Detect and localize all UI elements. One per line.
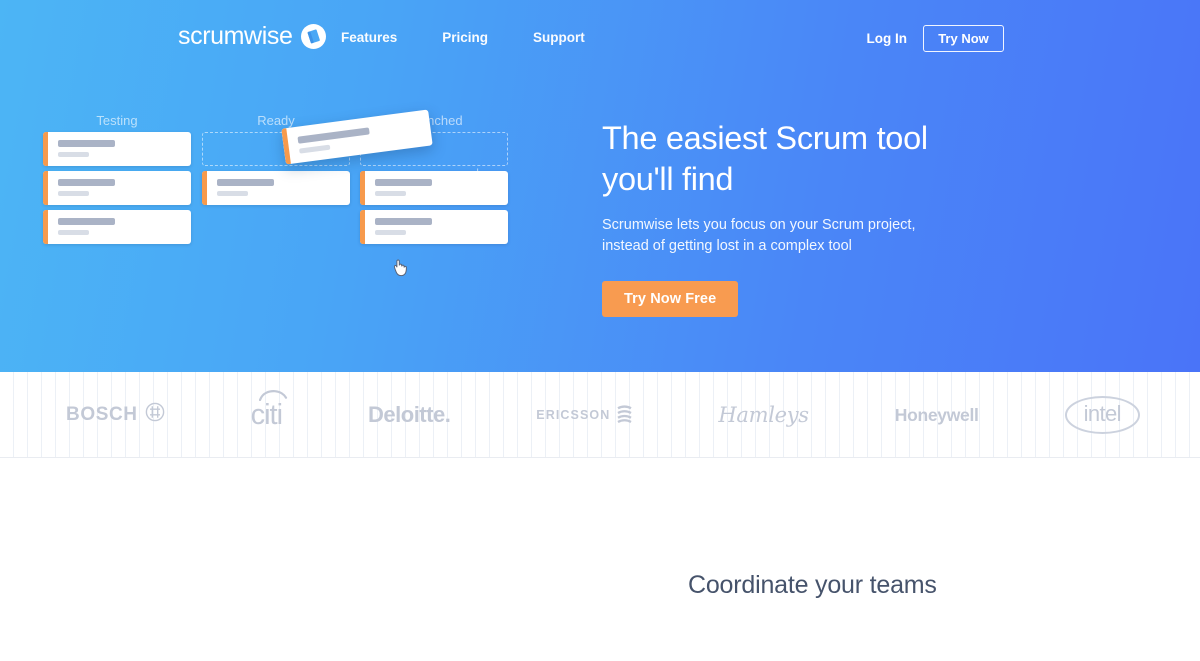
bosch-mark-icon — [145, 402, 165, 428]
hero-copy: The easiest Scrum tool you'll find Scrum… — [602, 118, 1032, 317]
board-card[interactable] — [202, 171, 350, 205]
logo-deloitte: Deloitte. — [368, 402, 451, 428]
board-column-title: Testing — [96, 113, 138, 128]
hero-section: scrumwise Features Pricing Support Log I… — [0, 0, 1200, 372]
try-now-button[interactable]: Try Now — [923, 25, 1004, 52]
board-card[interactable] — [43, 132, 191, 166]
primary-nav-links: Features Pricing Support — [341, 30, 609, 45]
login-link[interactable]: Log In — [867, 31, 908, 46]
logo-intel-text: intel — [1064, 396, 1140, 434]
logo-ericsson-text: ERICSSON — [536, 408, 611, 422]
teams-heading: Coordinate your teams — [688, 571, 937, 599]
board-card[interactable] — [43, 171, 191, 205]
teams-copy: Coordinate your teams — [688, 571, 1108, 611]
grab-cursor-icon — [392, 258, 409, 277]
logo-bosch-text: BOSCH — [66, 404, 138, 425]
top-navigation-bar: scrumwise Features Pricing Support Log I… — [0, 0, 1200, 76]
logo-hamleys-text: Hamleys — [718, 403, 809, 427]
logo-deloitte-text: Deloitte. — [368, 402, 451, 427]
kanban-board-illustration: Testing Ready Launched drop — [0, 109, 560, 300]
logo-citi-text: citi — [250, 398, 283, 431]
ericsson-mark-icon — [617, 404, 632, 426]
nav-item-pricing[interactable]: Pricing — [442, 30, 512, 45]
brand-wordmark: scrumwise — [178, 22, 293, 50]
scrumwise-cube-icon — [301, 24, 327, 49]
logo-ericsson: ERICSSON — [536, 404, 632, 426]
hero-headline: The easiest Scrum tool you'll find — [602, 120, 928, 197]
brand-logo-link[interactable]: scrumwise — [178, 22, 327, 50]
board-card[interactable] — [360, 210, 508, 244]
nav-actions: Log In Try Now — [867, 25, 1004, 52]
coordinate-teams-section: Development New Team Coordinate your tea… — [0, 458, 1200, 661]
logo-hamleys: Hamleys — [718, 403, 809, 427]
customer-logos-band: BOSCH citi Deloitte. ERICSSON Hamleys Ho… — [0, 372, 1200, 458]
logo-citi: citi — [250, 389, 287, 432]
landing-page: scrumwise Features Pricing Support Log I… — [0, 0, 1200, 661]
try-now-free-button[interactable]: Try Now Free — [602, 281, 739, 317]
logo-honeywell-text: Honeywell — [894, 404, 979, 425]
board-card[interactable] — [360, 171, 508, 205]
board-card[interactable] — [43, 210, 191, 244]
hero-subheadline: Scrumwise lets you focus on your Scrum p… — [602, 217, 916, 254]
logo-intel: intel — [1064, 396, 1140, 434]
nav-item-features[interactable]: Features — [341, 30, 421, 45]
logo-bosch: BOSCH — [66, 402, 165, 428]
nav-item-support[interactable]: Support — [533, 30, 609, 45]
citi-arc-icon — [258, 389, 287, 401]
logo-honeywell: Honeywell — [895, 405, 979, 426]
board-column-testing: Testing — [43, 110, 191, 249]
